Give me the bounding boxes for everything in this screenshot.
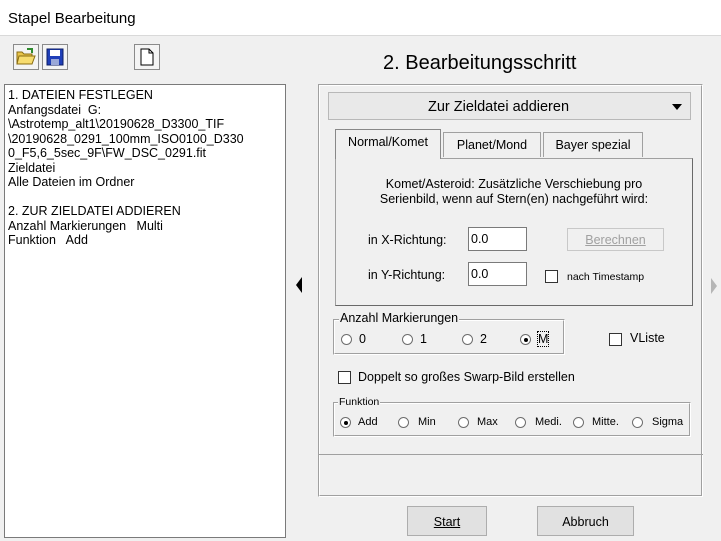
funktion-option-label: Max — [477, 416, 498, 428]
vliste-label: VListe — [630, 331, 665, 345]
next-step-arrow-icon[interactable] — [711, 278, 717, 294]
folder-open-icon — [16, 48, 36, 65]
markierung-radio-2[interactable] — [462, 334, 473, 345]
tab-label: Bayer spezial — [555, 138, 631, 152]
funktion-radio-add[interactable] — [340, 417, 351, 428]
start-button[interactable]: Start — [407, 506, 487, 536]
chevron-down-icon — [672, 104, 682, 110]
operation-select[interactable]: Zur Zieldatei addieren — [328, 92, 691, 120]
tab-planet-mond[interactable]: Planet/Mond — [443, 132, 541, 157]
operation-select-value: Zur Zieldatei addieren — [427, 99, 570, 115]
funktion-radio-min[interactable] — [398, 417, 409, 428]
open-button[interactable] — [13, 44, 39, 70]
x-direction-label: in X-Richtung: — [368, 233, 447, 247]
funktion-option-label: Sigma — [652, 416, 684, 428]
funktion-radio-medi[interactable] — [515, 417, 526, 428]
step-title: 2. Bearbeitungsschritt — [383, 52, 577, 74]
markierung-radio-1[interactable] — [402, 334, 413, 345]
title-bar: Stapel Bearbeitung — [0, 0, 721, 36]
floppy-disk-icon — [46, 48, 64, 66]
komet-description: Komet/Asteroid: Zusätzliche Verschiebung… — [340, 177, 688, 207]
cancel-button[interactable]: Abbruch — [537, 506, 634, 536]
funktion-radio-max[interactable] — [458, 417, 469, 428]
window-title: Stapel Bearbeitung — [8, 10, 136, 27]
funktion-radio-mitte[interactable] — [573, 417, 584, 428]
markierung-option-label: 2 — [480, 332, 487, 346]
tab-label: Planet/Mond — [456, 138, 528, 152]
new-document-icon — [140, 48, 154, 66]
markierung-option-label: M — [536, 331, 550, 347]
markierung-radio-m[interactable] — [520, 334, 531, 345]
start-button-label: Start — [433, 515, 461, 529]
markierung-radio-0[interactable] — [341, 334, 352, 345]
tab-normal-komet[interactable]: Normal/Komet — [335, 129, 441, 159]
compute-button[interactable]: Berechnen — [567, 228, 664, 251]
stapel-bearbeitung-window: Stapel Bearbeitung 1. DATEIEN FESTLEGEN … — [0, 0, 721, 541]
markierung-option-label: 0 — [359, 332, 366, 346]
cancel-button-label: Abbruch — [562, 515, 609, 529]
vliste-checkbox[interactable] — [609, 333, 622, 346]
previous-step-arrow-icon[interactable] — [296, 277, 302, 293]
markierung-option-label: 1 — [420, 332, 427, 346]
x-direction-input[interactable]: 0.0 — [468, 227, 527, 251]
funktion-legend: Funktion — [338, 396, 381, 408]
komet-description-line: Serienbild, wenn auf Stern(en) nachgefüh… — [379, 192, 649, 206]
compute-button-label: Berechnen — [585, 233, 646, 247]
y-direction-label: in Y-Richtung: — [368, 268, 446, 282]
y-direction-input[interactable]: 0.0 — [468, 262, 527, 286]
processing-log: 1. DATEIEN FESTLEGEN Anfangsdatei G: \As… — [4, 84, 286, 538]
swarp-label: Doppelt so großes Swarp-Bild erstellen — [358, 370, 575, 384]
funktion-option-label: Add — [358, 416, 378, 428]
new-button[interactable] — [134, 44, 160, 70]
funktion-option-label: Medi. — [535, 416, 562, 428]
markierungen-legend: Anzahl Markierungen — [339, 311, 460, 325]
funktion-radio-sigma[interactable] — [632, 417, 643, 428]
tab-bayer-spezial[interactable]: Bayer spezial — [543, 132, 643, 157]
funktion-option-label: Min — [418, 416, 436, 428]
tab-label: Normal/Komet — [348, 135, 428, 149]
panel-divider — [318, 454, 703, 455]
komet-description-line: Komet/Asteroid: Zusätzliche Verschiebung… — [385, 177, 643, 191]
save-button[interactable] — [42, 44, 68, 70]
timestamp-label: nach Timestamp — [567, 271, 645, 283]
swarp-checkbox[interactable] — [338, 371, 351, 384]
funktion-option-label: Mitte. — [592, 416, 619, 428]
timestamp-checkbox[interactable] — [545, 270, 558, 283]
